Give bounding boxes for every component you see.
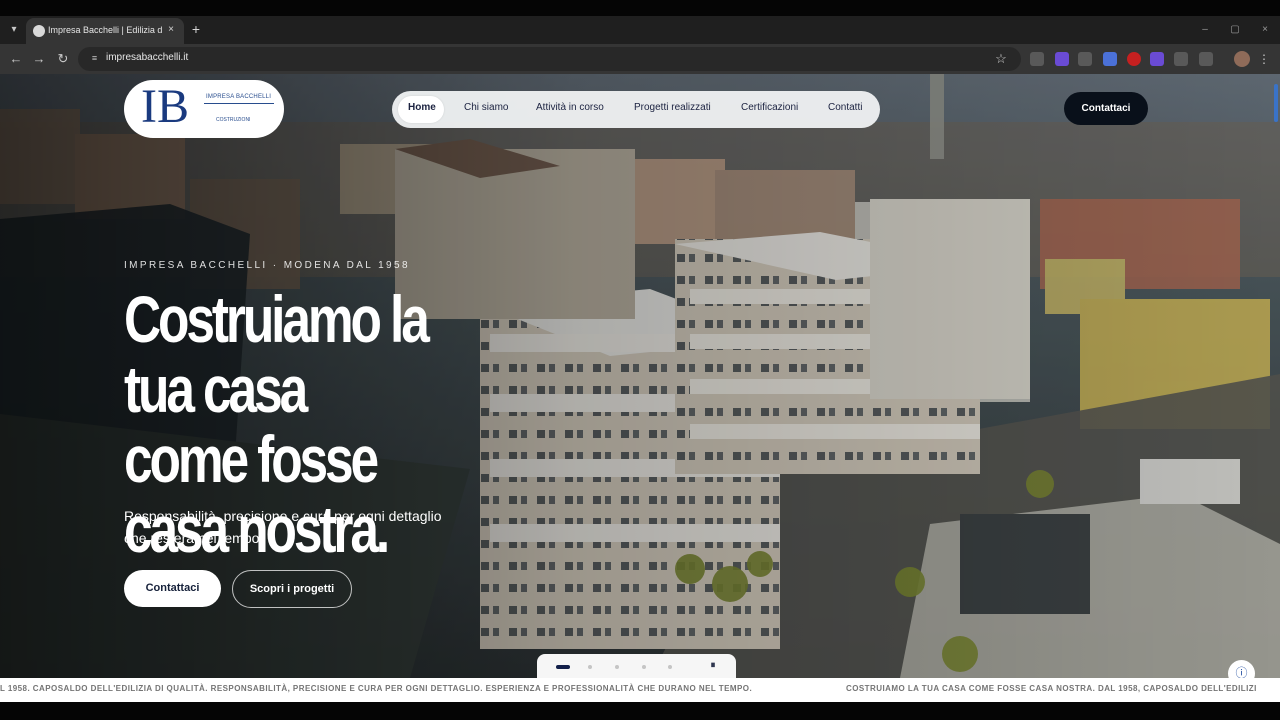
close-tab-icon[interactable]: ×: [164, 23, 178, 37]
profile-avatar[interactable]: [1234, 51, 1250, 67]
bookmark-star-icon[interactable]: ☆: [993, 50, 1009, 68]
address-url[interactable]: impresabacchelli.it: [106, 52, 188, 63]
record-extension-icon[interactable]: [1174, 52, 1188, 66]
maximize-window-icon[interactable]: ▢: [1226, 22, 1244, 38]
hero-slider-controls: ⏸: [537, 654, 736, 678]
address-bar[interactable]: ≡ impresabacchelli.it ☆: [78, 47, 1021, 71]
logo-divider: [204, 103, 274, 104]
forward-icon[interactable]: →: [31, 51, 47, 67]
new-tab-icon[interactable]: +: [188, 21, 204, 37]
pen-extension-icon[interactable]: [1030, 52, 1044, 66]
slider-dot-4[interactable]: [642, 665, 646, 669]
minimize-window-icon[interactable]: –: [1196, 22, 1214, 38]
site-favicon-icon: [33, 25, 45, 37]
nav-progetti-link[interactable]: Progetti realizzati: [634, 102, 711, 118]
browser-tab-strip: ▾ Impresa Bacchelli | Edilizia di q × + …: [0, 16, 1280, 44]
blue-extension-icon[interactable]: [1103, 52, 1117, 66]
active-browser-tab[interactable]: Impresa Bacchelli | Edilizia di q ×: [26, 18, 184, 44]
tab-search-icon[interactable]: ▾: [6, 22, 22, 38]
window-bottom-strip: [0, 702, 1280, 720]
hero-contact-button[interactable]: Contattaci: [124, 570, 221, 607]
ticker-text-right: COSTRUIAMO LA TUA CASA COME FOSSE CASA N…: [846, 684, 1257, 693]
discover-projects-button[interactable]: Scopri i progetti: [232, 570, 352, 608]
hero-subheadline: Responsabilità, precisione e cura per og…: [124, 508, 442, 546]
puzzle-extension-icon[interactable]: [1199, 52, 1213, 66]
slider-dot-5[interactable]: [668, 665, 672, 669]
site-info-icon[interactable]: ≡: [88, 52, 101, 65]
browser-tab-title: Impresa Bacchelli | Edilizia di q: [48, 25, 162, 35]
main-navigation: Home Chi siamo Attività in corso Progett…: [392, 91, 880, 128]
company-logo[interactable]: IB IMPRESA BACCHELLI COSTRUZIONI: [124, 80, 284, 138]
logo-monogram: IB: [141, 80, 189, 133]
logo-subtitle: COSTRUZIONI: [216, 117, 251, 123]
red-extension-icon[interactable]: [1127, 52, 1141, 66]
camera-extension-icon[interactable]: [1078, 52, 1092, 66]
browser-toolbar: ← → ↻ ≡ impresabacchelli.it ☆ ⋮: [0, 44, 1280, 74]
close-window-icon[interactable]: ×: [1256, 22, 1274, 38]
nav-certificazioni-link[interactable]: Certificazioni: [741, 102, 798, 118]
reload-icon[interactable]: ↻: [55, 51, 71, 67]
slider-pause-icon[interactable]: ⏸: [707, 660, 719, 672]
nav-home-link[interactable]: Home: [408, 102, 436, 118]
nav-attivita-link[interactable]: Attività in corso: [536, 102, 604, 118]
scrolling-ticker: L 1958. CAPOSALDO DELL'EDILIZIA DI QUALI…: [0, 678, 1280, 702]
header-contact-button[interactable]: Contattaci: [1064, 92, 1148, 125]
purple-extension-icon[interactable]: [1055, 52, 1069, 66]
pdf-extension-icon[interactable]: [1150, 52, 1164, 66]
nav-contatti-link[interactable]: Contatti: [828, 102, 862, 118]
hero-eyebrow: IMPRESA BACCHELLI · MODENA DAL 1958: [124, 260, 410, 271]
slider-dot-1[interactable]: [556, 665, 570, 669]
page-scrollbar-thumb[interactable]: [1274, 84, 1278, 122]
window-top-strip: [0, 0, 1280, 16]
logo-company-name: IMPRESA BACCHELLI: [206, 94, 272, 100]
nav-chi-siamo-link[interactable]: Chi siamo: [464, 102, 508, 118]
website-viewport: IB IMPRESA BACCHELLI COSTRUZIONI Home Ch…: [0, 74, 1280, 678]
slider-dot-3[interactable]: [615, 665, 619, 669]
ticker-text-left: L 1958. CAPOSALDO DELL'EDILIZIA DI QUALI…: [0, 684, 753, 693]
back-icon[interactable]: ←: [8, 51, 24, 67]
slider-dot-2[interactable]: [588, 665, 592, 669]
browser-menu-icon[interactable]: ⋮: [1258, 51, 1270, 67]
